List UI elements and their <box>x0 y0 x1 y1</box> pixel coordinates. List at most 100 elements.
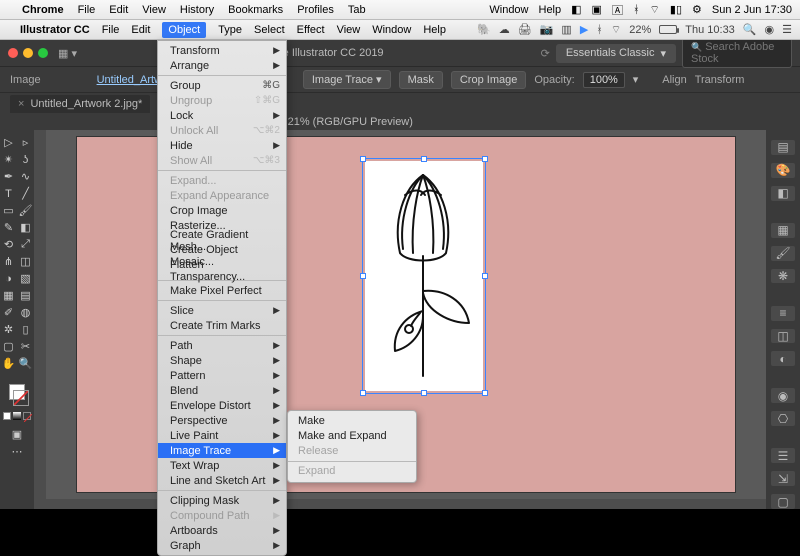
free-transform-tool[interactable]: ◫ <box>17 253 34 270</box>
menu-select[interactable]: Select <box>254 24 285 36</box>
menu-history[interactable]: History <box>180 4 214 16</box>
appearance-panel-icon[interactable]: ◉ <box>771 388 795 403</box>
menu-item-slice[interactable]: Slice▶ <box>158 303 286 318</box>
menu-help[interactable]: Help <box>539 4 562 16</box>
opacity-value[interactable]: 100% <box>583 72 625 88</box>
magic-wand-tool[interactable]: ✴ <box>0 151 17 168</box>
rotate-tool[interactable]: ⟲ <box>0 236 17 253</box>
menu-effect[interactable]: Effect <box>297 24 325 36</box>
siri-icon[interactable]: ◉ <box>765 23 775 36</box>
menu-item-hide[interactable]: Hide▶ <box>158 138 286 153</box>
gradient-panel-icon[interactable]: ◫ <box>771 329 795 344</box>
menu-tab[interactable]: Tab <box>348 4 366 16</box>
align-label[interactable]: Align <box>662 74 686 86</box>
cloud-sync-icon[interactable]: ⟳ <box>541 47 550 60</box>
rectangle-tool[interactable]: ▭ <box>0 202 17 219</box>
cloud-icon[interactable]: ☁ <box>499 23 510 36</box>
gradient-tool[interactable]: ▤ <box>17 287 34 304</box>
window-traffic-lights[interactable] <box>8 48 48 58</box>
menu-view[interactable]: View <box>142 4 166 16</box>
display-icon[interactable]: ▥ <box>561 23 571 36</box>
zoom-window-button[interactable] <box>38 48 48 58</box>
selection-bounding-box[interactable] <box>362 158 486 394</box>
pen-tool[interactable]: ✒ <box>0 168 17 185</box>
document-tab[interactable]: × Untitled_Artwork 2.jpg* <box>10 95 150 113</box>
hand-tool[interactable]: ✋ <box>0 355 17 372</box>
inner-app-name[interactable]: Illustrator CC <box>20 24 90 36</box>
submenu-item-make[interactable]: Make <box>288 414 416 429</box>
menu-item-transform[interactable]: Transform▶ <box>158 43 286 58</box>
menu-item-lock[interactable]: Lock▶ <box>158 108 286 123</box>
properties-panel-icon[interactable]: ▤ <box>771 140 795 155</box>
image-trace-button[interactable]: Image Trace ▾ <box>303 70 391 89</box>
menu-help[interactable]: Help <box>423 24 446 36</box>
scale-tool[interactable]: ⤢ <box>17 236 34 253</box>
artboards-panel-icon[interactable]: ▢ <box>771 494 795 509</box>
symbols-panel-icon[interactable]: ❋ <box>771 269 795 284</box>
panel-toggle-icon[interactable]: ▦ ▾ <box>58 47 77 60</box>
close-window-button[interactable] <box>8 48 18 58</box>
lasso-tool[interactable]: ʖ <box>17 151 34 168</box>
search-adobe-stock[interactable]: Search Adobe Stock <box>682 38 792 68</box>
menu-file[interactable]: File <box>102 24 120 36</box>
menu-item-clipping-mask[interactable]: Clipping Mask▶ <box>158 493 286 508</box>
outer-app-name[interactable]: Chrome <box>22 4 64 16</box>
menu-file[interactable]: File <box>78 4 96 16</box>
shape-builder-tool[interactable]: ◑ <box>0 270 17 287</box>
submenu-item-make-and-expand[interactable]: Make and Expand <box>288 429 416 444</box>
swatches-panel-icon[interactable]: ▦ <box>771 223 795 238</box>
line-tool[interactable]: ╱ <box>17 185 34 202</box>
transparency-panel-icon[interactable]: ◐ <box>771 351 795 366</box>
printer-icon[interactable]: 🖨 <box>518 23 532 36</box>
curvature-tool[interactable]: ∿ <box>17 168 34 185</box>
stroke-swatch[interactable] <box>13 390 29 406</box>
color-panel-icon[interactable]: 🎨 <box>771 163 795 178</box>
asset-export-panel-icon[interactable]: ⇲ <box>771 471 795 486</box>
slice-tool[interactable]: ✂ <box>17 338 34 355</box>
close-tab-icon[interactable]: × <box>18 98 24 110</box>
notification-icon[interactable]: ☰ <box>782 23 792 36</box>
menu-item-artboards[interactable]: Artboards▶ <box>158 523 286 538</box>
menu-item-line-and-sketch-art[interactable]: Line and Sketch Art▶ <box>158 473 286 488</box>
menu-item-flatten-transparency-[interactable]: Flatten Transparency... <box>158 263 286 278</box>
mesh-tool[interactable]: ▦ <box>0 287 17 304</box>
menu-item-perspective[interactable]: Perspective▶ <box>158 413 286 428</box>
menu-item-blend[interactable]: Blend▶ <box>158 383 286 398</box>
eyedropper-tool[interactable]: ✐ <box>0 304 17 321</box>
color-guide-panel-icon[interactable]: ◧ <box>771 186 795 201</box>
edit-toolbar[interactable]: ⋯ <box>9 443 26 460</box>
evernote-icon[interactable]: 🐘 <box>477 23 491 36</box>
artboard-tool[interactable]: ▢ <box>0 338 17 355</box>
menu-item-group[interactable]: Group⌘G <box>158 78 286 93</box>
menu-item-make-pixel-perfect[interactable]: Make Pixel Perfect <box>158 283 286 298</box>
crop-image-button[interactable]: Crop Image <box>451 71 526 89</box>
column-graph-tool[interactable]: ▯ <box>17 321 34 338</box>
shaper-tool[interactable]: ✎ <box>0 219 17 236</box>
selection-tool[interactable]: ▷ <box>0 134 17 151</box>
bluetooth-icon[interactable]: ᚼ <box>596 24 603 36</box>
menu-view[interactable]: View <box>337 24 361 36</box>
wifi-icon[interactable]: ⌔ <box>611 23 621 37</box>
menu-edit[interactable]: Edit <box>109 4 128 16</box>
screen-mode-tool[interactable]: ▣ <box>9 426 26 443</box>
menu-item-crop-image[interactable]: Crop Image <box>158 203 286 218</box>
type-tool[interactable]: T <box>0 185 17 202</box>
brushes-panel-icon[interactable]: 🖌 <box>771 246 795 261</box>
mask-button[interactable]: Mask <box>399 71 443 89</box>
graphic-styles-panel-icon[interactable]: ⎔ <box>771 411 795 426</box>
workspace-switcher[interactable]: Essentials Classic ▾ <box>556 44 676 63</box>
menu-item-arrange[interactable]: Arrange▶ <box>158 58 286 73</box>
menu-item-live-paint[interactable]: Live Paint▶ <box>158 428 286 443</box>
menu-item-path[interactable]: Path▶ <box>158 338 286 353</box>
symbol-sprayer-tool[interactable]: ✲ <box>0 321 17 338</box>
menu-item-envelope-distort[interactable]: Envelope Distort▶ <box>158 398 286 413</box>
transform-label[interactable]: Transform <box>695 74 745 86</box>
menu-item-text-wrap[interactable]: Text Wrap▶ <box>158 458 286 473</box>
paintbrush-tool[interactable]: 🖌 <box>17 202 34 219</box>
direct-selection-tool[interactable]: ▹ <box>17 134 34 151</box>
tv-icon[interactable]: ▶ <box>580 23 588 36</box>
blend-tool[interactable]: ◍ <box>17 304 34 321</box>
zoom-tool[interactable]: 🔍 <box>17 355 34 372</box>
stroke-panel-icon[interactable]: ≡ <box>771 306 795 321</box>
color-mode-toggles[interactable] <box>3 412 31 420</box>
